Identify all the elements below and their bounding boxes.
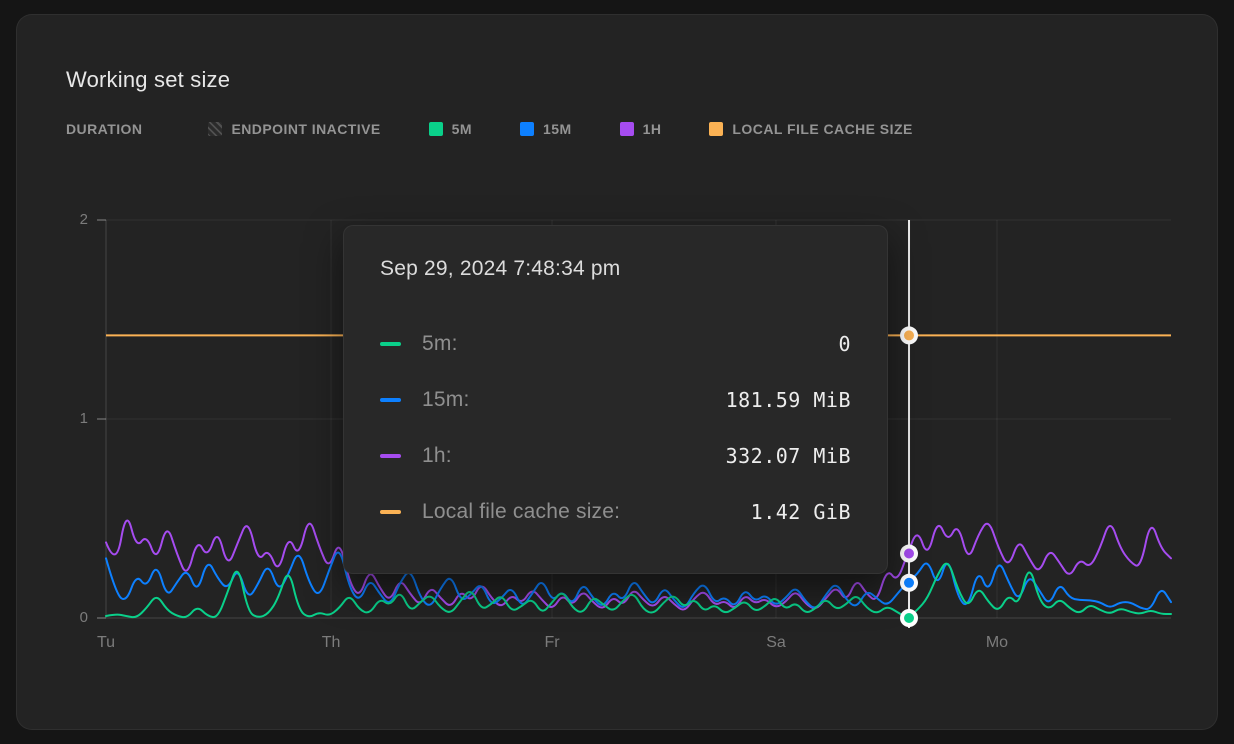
x-tick-label: Tu	[97, 633, 115, 653]
y-tick-label: 1	[54, 410, 88, 428]
legend-item-label: 15M	[543, 121, 572, 137]
crosshair-dot	[904, 549, 914, 559]
tooltip-series-value: 1.42 GiB	[751, 500, 851, 524]
tooltip-series-dash-icon	[380, 398, 401, 402]
tooltip-series-dash-icon	[380, 454, 401, 458]
x-tick-label: Mo	[986, 633, 1008, 653]
legend-duration-label: DURATION	[66, 121, 142, 137]
tooltip-series-value: 181.59 MiB	[726, 388, 851, 412]
legend-item-label: LOCAL FILE CACHE SIZE	[732, 121, 912, 137]
tooltip-timestamp: Sep 29, 2024 7:48:34 pm	[380, 256, 851, 282]
y-tick-label: 2	[54, 211, 88, 229]
legend-item-1h[interactable]: 1H	[620, 121, 662, 137]
color-swatch-icon	[429, 122, 443, 136]
color-swatch-icon	[620, 122, 634, 136]
legend-items: ENDPOINT INACTIVE 5M 15M 1H LOCAL FILE CACHE…	[208, 121, 960, 137]
x-tick-label: Th	[322, 633, 341, 653]
tooltip-series-dash-icon	[380, 342, 401, 346]
tooltip-row: 1h: 332.07 MiB	[380, 428, 851, 484]
tooltip-series-label: 15m:	[422, 388, 470, 412]
tooltip-series-label: Local file cache size:	[422, 500, 620, 524]
legend-item-endpoint-inactive[interactable]: ENDPOINT INACTIVE	[208, 121, 380, 137]
legend-item-5m[interactable]: 5M	[429, 121, 472, 137]
chart-tooltip: Sep 29, 2024 7:48:34 pm 5m: 0 15m: 181.59 M…	[343, 225, 888, 574]
crosshair-dot	[904, 578, 914, 588]
working-set-size-card: Working set size DURATION ENDPOINT INACT…	[16, 14, 1218, 730]
crosshair-dot	[904, 613, 914, 623]
legend-item-label: ENDPOINT INACTIVE	[231, 121, 380, 137]
tooltip-row: 15m: 181.59 MiB	[380, 372, 851, 428]
color-swatch-icon	[520, 122, 534, 136]
legend-item-label: 5M	[452, 121, 472, 137]
page-title: Working set size	[66, 67, 230, 93]
legend-item-label: 1H	[643, 121, 662, 137]
crosshair-dot	[904, 330, 914, 340]
tooltip-row: 5m: 0	[380, 316, 851, 372]
legend-item-15m[interactable]: 15M	[520, 121, 572, 137]
tooltip-row: Local file cache size: 1.42 GiB	[380, 484, 851, 540]
y-tick-label: 0	[54, 609, 88, 627]
tooltip-series-value: 0	[838, 332, 851, 356]
color-swatch-icon	[709, 122, 723, 136]
tooltip-series-label: 5m:	[422, 332, 458, 356]
chart-legend: DURATION ENDPOINT INACTIVE 5M 15M 1H LOCAL F…	[66, 119, 961, 139]
legend-item-local-file-cache-size[interactable]: LOCAL FILE CACHE SIZE	[709, 121, 912, 137]
x-tick-label: Fr	[544, 633, 559, 653]
x-tick-label: Sa	[766, 633, 786, 653]
hatch-swatch-icon	[208, 122, 222, 136]
tooltip-series-dash-icon	[380, 510, 401, 514]
tooltip-series-value: 332.07 MiB	[726, 444, 851, 468]
tooltip-rows: 5m: 0 15m: 181.59 MiB 1h: 332.07 MiB Local fil…	[380, 316, 851, 540]
tooltip-series-label: 1h:	[422, 444, 452, 468]
